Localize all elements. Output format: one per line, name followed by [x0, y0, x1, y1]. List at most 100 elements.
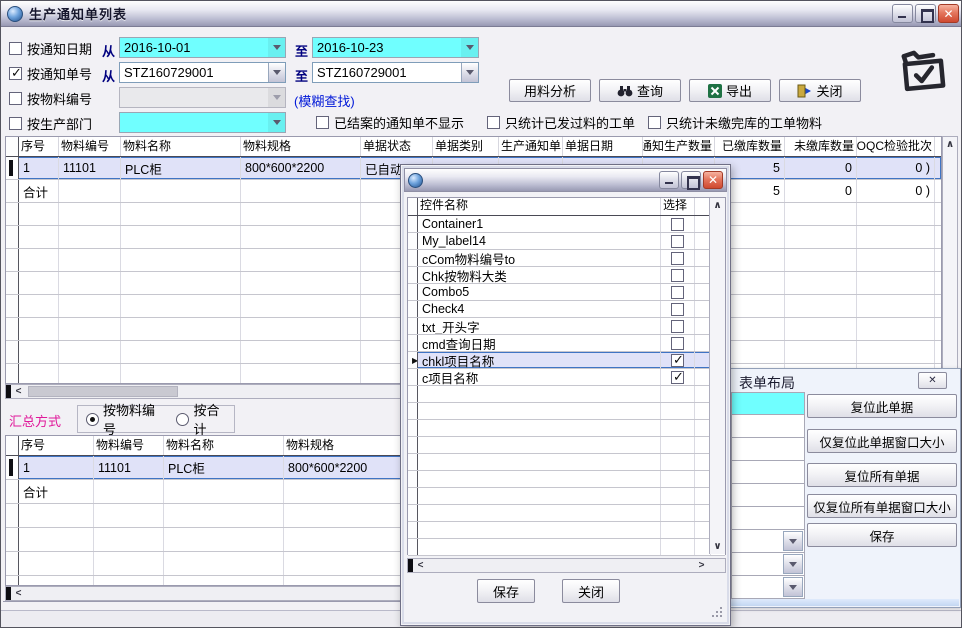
close-form-button[interactable]: 关闭 [779, 79, 861, 102]
notice-to-combo[interactable]: STZ160729001 [312, 62, 479, 83]
chevron-down-icon[interactable] [461, 63, 478, 82]
main-grid-vscrollbar[interactable]: ∧ [942, 136, 958, 384]
control-row[interactable]: My_label14 [408, 233, 725, 250]
by-material-checkbox[interactable] [9, 92, 22, 105]
chevron-down-icon[interactable] [268, 113, 285, 132]
row-gutter[interactable] [408, 386, 418, 402]
only-issued-checkbox[interactable] [487, 116, 500, 129]
row-gutter[interactable]: ▶ [408, 352, 418, 368]
layout-panel-button-2[interactable]: 仅复位此单据窗口大小 [807, 429, 957, 453]
dialog-save-button[interactable]: 保存 [477, 579, 535, 603]
column-header[interactable]: 物料编号 [59, 137, 121, 156]
row-gutter[interactable] [408, 284, 418, 300]
scroll-right-icon[interactable]: > [694, 559, 709, 572]
minimize-button[interactable] [892, 4, 913, 23]
chevron-down-icon[interactable] [268, 88, 285, 107]
query-button[interactable]: 查询 [599, 79, 681, 102]
control-select-checkbox[interactable] [671, 286, 684, 299]
column-header[interactable]: 物料规格 [241, 137, 361, 156]
control-select-checkbox[interactable] [671, 337, 684, 350]
row-gutter[interactable] [408, 267, 418, 283]
resize-grip[interactable] [710, 605, 722, 617]
row-gutter[interactable] [6, 180, 19, 202]
row-gutter[interactable] [6, 480, 19, 503]
notice-from-combo[interactable]: STZ160729001 [119, 62, 286, 83]
row-gutter[interactable] [408, 488, 418, 504]
scroll-left-icon[interactable]: < [11, 587, 26, 600]
material-combo[interactable] [119, 87, 286, 108]
dialog-close-action-button[interactable]: 关闭 [562, 579, 620, 603]
row-gutter[interactable] [6, 528, 19, 551]
row-gutter[interactable] [408, 522, 418, 538]
control-row[interactable] [408, 522, 725, 539]
date-from-combo[interactable]: 2016-10-01 [119, 37, 286, 58]
control-row[interactable]: Container1 [408, 216, 725, 233]
dept-combo[interactable] [119, 112, 286, 133]
column-header[interactable]: 已缴库数量 [715, 137, 785, 156]
layout-panel-button-5[interactable]: 保存 [807, 523, 957, 547]
column-header[interactable]: 控件名称 [418, 198, 661, 215]
layout-combo-cell[interactable] [731, 553, 805, 576]
scroll-up-icon[interactable]: ∧ [710, 198, 725, 213]
control-row[interactable] [408, 505, 725, 522]
row-gutter[interactable] [408, 335, 418, 351]
column-header[interactable]: OQC检验批次 [857, 137, 935, 156]
control-row[interactable]: Combo5 [408, 284, 725, 301]
export-button[interactable]: 导出 [689, 79, 771, 102]
form-layout-close-button[interactable]: ✕ [918, 372, 947, 389]
column-header[interactable]: 单据状态 [361, 137, 433, 156]
layout-combo-cell[interactable] [731, 576, 805, 599]
control-row[interactable] [408, 386, 725, 403]
control-select-checkbox[interactable] [671, 269, 684, 282]
chevron-down-icon[interactable] [268, 38, 285, 57]
column-header[interactable]: 未缴库数量 [785, 137, 857, 156]
layout-field-cell[interactable] [731, 507, 805, 530]
radio-by-total[interactable]: 按合计 [176, 400, 226, 438]
row-gutter[interactable] [408, 437, 418, 453]
layout-field-cell[interactable] [731, 392, 805, 415]
column-header[interactable]: 单据类别 [433, 137, 499, 156]
row-gutter[interactable] [6, 318, 19, 340]
control-row[interactable]: txt_开头字 [408, 318, 725, 335]
row-gutter[interactable] [6, 576, 19, 586]
row-gutter[interactable] [6, 203, 19, 225]
row-gutter[interactable] [408, 454, 418, 470]
scroll-down-icon[interactable]: ∨ [710, 539, 725, 554]
hscrollbar-thumb[interactable] [28, 386, 178, 397]
chevron-down-icon[interactable] [268, 63, 285, 82]
control-select-checkbox[interactable] [671, 371, 684, 384]
layout-field-cell[interactable] [731, 415, 805, 438]
dialog-close-button[interactable]: ✕ [703, 171, 723, 189]
layout-field-cell[interactable] [731, 438, 805, 461]
control-row[interactable] [408, 437, 725, 454]
layout-panel-button-4[interactable]: 仅复位所有单据窗口大小 [807, 494, 957, 518]
row-gutter[interactable] [6, 364, 19, 384]
maximize-button[interactable] [915, 4, 936, 23]
row-gutter[interactable] [408, 216, 418, 232]
chevron-down-icon[interactable] [783, 554, 803, 574]
chevron-down-icon[interactable] [783, 577, 803, 597]
chevron-down-icon[interactable] [783, 531, 803, 551]
row-gutter[interactable] [408, 403, 418, 419]
control-grid-vscrollbar[interactable]: ∧∨ [709, 198, 725, 554]
row-gutter[interactable] [408, 471, 418, 487]
close-button[interactable]: ✕ [938, 4, 959, 23]
row-gutter[interactable] [408, 369, 418, 385]
control-row[interactable]: c项目名称 [408, 369, 725, 386]
row-gutter[interactable] [6, 157, 19, 179]
control-row[interactable]: cCom物料编号to [408, 250, 725, 267]
row-gutter[interactable] [6, 341, 19, 363]
date-to-combo[interactable]: 2016-10-23 [312, 37, 479, 58]
row-gutter[interactable] [408, 301, 418, 317]
control-row[interactable]: ▶chkl项目名称 [408, 352, 725, 369]
column-header[interactable]: 生产通知单 [499, 137, 563, 156]
column-header[interactable]: 物料名称 [121, 137, 241, 156]
row-gutter[interactable] [6, 249, 19, 271]
layout-field-cell[interactable] [731, 484, 805, 507]
scroll-left-icon[interactable]: < [11, 385, 26, 398]
only-unpaid-checkbox[interactable] [648, 116, 661, 129]
control-row[interactable] [408, 539, 725, 556]
control-grid[interactable]: 控件名称选择Container1My_label14cCom物料编号toChk按… [407, 197, 726, 555]
layout-combo-cell[interactable] [731, 530, 805, 553]
column-header[interactable]: 物料编号 [94, 436, 164, 455]
